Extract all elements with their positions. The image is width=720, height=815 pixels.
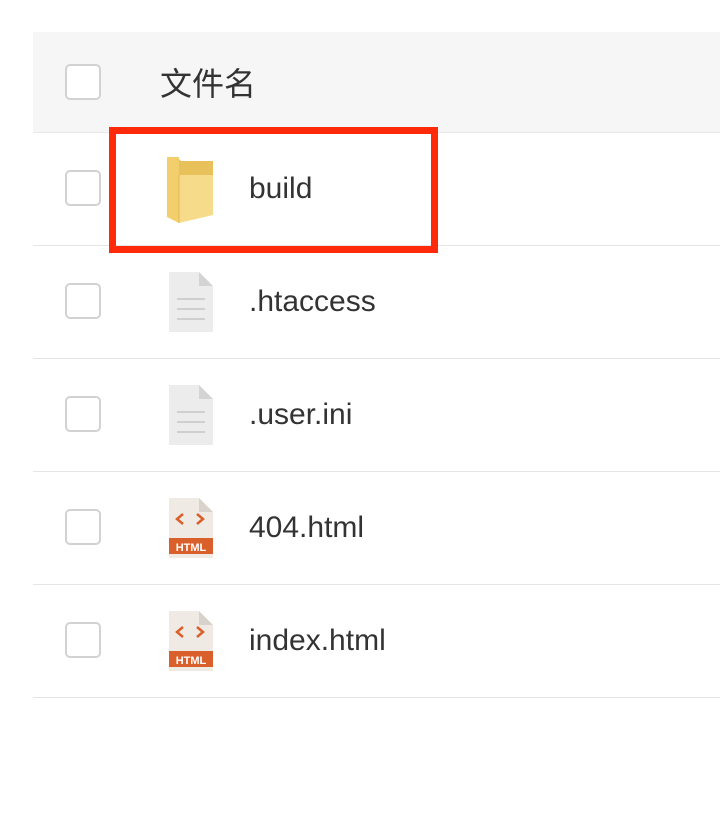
row-checkbox[interactable] [65, 396, 101, 432]
select-all-checkbox[interactable] [65, 64, 101, 100]
file-name[interactable]: 404.html [249, 508, 364, 548]
folder-icon[interactable] [163, 155, 217, 223]
table-row[interactable]: HTML index.html [33, 585, 720, 698]
table-row[interactable]: build [33, 133, 720, 246]
table-row[interactable]: HTML 404.html [33, 472, 720, 585]
file-name[interactable]: .user.ini [249, 395, 352, 435]
row-checkbox[interactable] [65, 509, 101, 545]
table-row[interactable]: .htaccess [33, 246, 720, 359]
table-header: 文件名 [33, 32, 720, 133]
file-name[interactable]: index.html [249, 621, 386, 661]
html-file-icon[interactable]: HTML [163, 607, 217, 675]
file-name[interactable]: build [249, 169, 312, 209]
column-header-filename[interactable]: 文件名 [160, 64, 256, 104]
row-checkbox[interactable] [65, 170, 101, 206]
row-checkbox[interactable] [65, 622, 101, 658]
row-checkbox[interactable] [65, 283, 101, 319]
file-table: 文件名 build .htaccess .user.ini HTML 404.h… [33, 32, 720, 698]
text-file-icon[interactable] [163, 268, 217, 336]
html-badge-label: HTML [176, 542, 207, 554]
table-row[interactable]: .user.ini [33, 359, 720, 472]
html-file-icon[interactable]: HTML [163, 494, 217, 562]
html-badge-label: HTML [176, 655, 207, 667]
text-file-icon[interactable] [163, 381, 217, 449]
file-name[interactable]: .htaccess [249, 282, 376, 322]
